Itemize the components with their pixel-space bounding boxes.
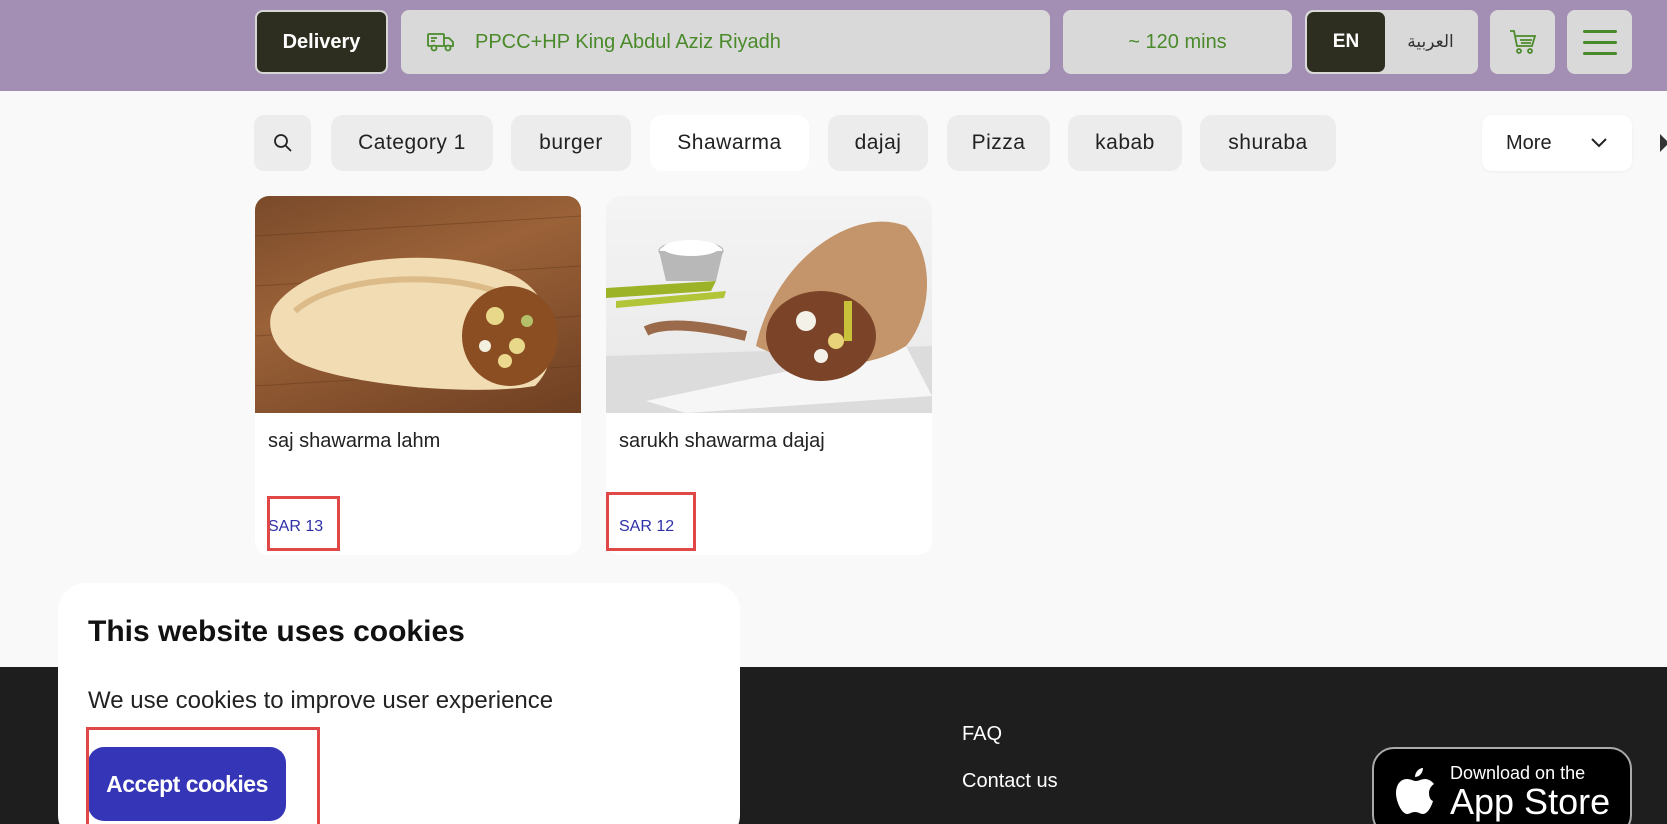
delivery-time: ~ 120 mins: [1063, 10, 1292, 74]
app-store-badge[interactable]: Download on the App Store: [1372, 747, 1632, 824]
category-chip-dajaj[interactable]: dajaj: [828, 115, 928, 171]
category-chip-kabab[interactable]: kabab: [1068, 115, 1182, 171]
cart-icon: [1509, 30, 1536, 54]
search-icon: [273, 134, 292, 152]
highlight-box: [606, 492, 696, 551]
menu-line: [1582, 29, 1617, 33]
delivery-button[interactable]: Delivery: [255, 10, 388, 74]
footer-link-contact-us[interactable]: Contact us: [962, 770, 1058, 793]
hamburger-menu-button[interactable]: [1567, 10, 1632, 74]
more-label: More: [1506, 131, 1552, 154]
chevron-down-icon: [1591, 138, 1607, 148]
category-chip-category-1[interactable]: Category 1: [331, 115, 493, 171]
lang-en-button[interactable]: EN: [1307, 12, 1385, 72]
menu-line: [1582, 40, 1617, 44]
cart-button[interactable]: [1490, 10, 1555, 74]
address-selector[interactable]: PPCC+HP King Abdul Aziz Riyadh: [401, 10, 1050, 74]
footer-link-faq[interactable]: FAQ: [962, 723, 1002, 746]
app-store-text: Download on the App Store: [1450, 764, 1610, 820]
scroll-right-icon[interactable]: [1660, 134, 1667, 152]
category-chip-pizza[interactable]: Pizza: [947, 115, 1050, 171]
menu-line: [1582, 51, 1617, 55]
more-categories-button[interactable]: More: [1482, 115, 1632, 171]
app-store-small-label: Download on the: [1450, 763, 1586, 783]
language-switcher: EN العربية: [1305, 10, 1478, 74]
apple-icon: [1396, 768, 1434, 814]
highlight-box: [86, 727, 320, 824]
category-chip-shuraba[interactable]: shuraba: [1200, 115, 1336, 171]
lang-ar-button[interactable]: العربية: [1385, 32, 1476, 52]
category-chip-burger[interactable]: burger: [511, 115, 631, 171]
product-image: [606, 196, 932, 413]
address-text: PPCC+HP King Abdul Aziz Riyadh: [475, 30, 781, 53]
product-image: [255, 196, 581, 413]
category-search-button[interactable]: [254, 115, 311, 171]
product-name: saj shawarma lahm: [268, 430, 441, 452]
app-store-big-label: App Store: [1450, 781, 1611, 822]
highlight-box: [267, 496, 340, 551]
cookie-title: This website uses cookies: [88, 615, 465, 648]
delivery-truck-icon: [427, 33, 454, 52]
top-header: Delivery PPCC+HP King Abdul Aziz Riyadh …: [0, 0, 1667, 91]
cookie-message: We use cookies to improve user experienc…: [88, 687, 554, 714]
category-chip-shawarma[interactable]: Shawarma: [650, 115, 809, 171]
product-name: sarukh shawarma dajaj: [619, 430, 825, 452]
